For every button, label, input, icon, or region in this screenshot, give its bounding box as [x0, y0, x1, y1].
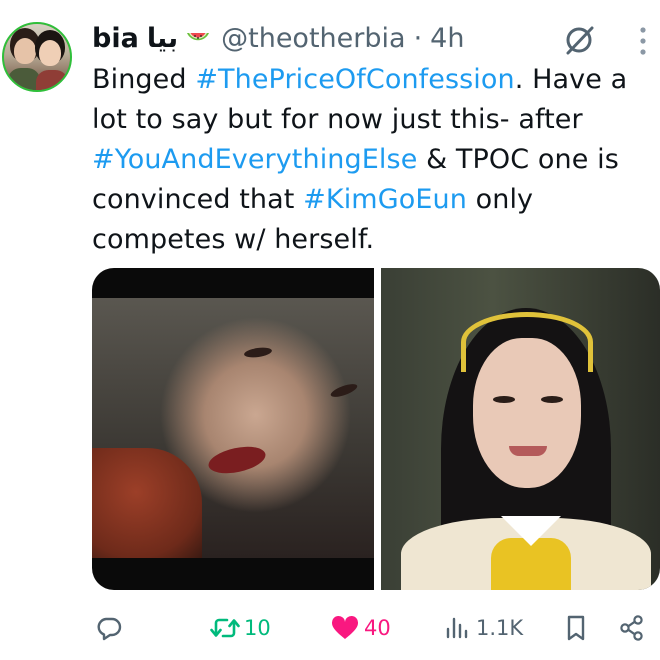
views-count: 1.1K — [476, 616, 524, 640]
photo-2-eye — [541, 396, 563, 403]
tweet-text-segment: Binged — [92, 64, 196, 95]
action-bar: 10 40 1.1K — [0, 604, 660, 652]
tweet-text-line: #YouAndEverythingElse & TPOC one is — [92, 140, 652, 180]
tweet-text-line: Binged #ThePriceOfConfession. Have a — [92, 60, 652, 100]
photo-2-smile — [509, 446, 547, 456]
separator-dot: · — [413, 22, 423, 54]
photo-1-shirt — [92, 448, 202, 558]
photo-2-eye — [493, 396, 515, 403]
avatar-figure-right-face — [39, 40, 61, 66]
share-button[interactable] — [618, 604, 646, 652]
media-grid — [92, 268, 660, 590]
tweet-text-segment: only — [466, 184, 534, 215]
bookmark-button[interactable] — [564, 604, 588, 652]
like-button[interactable]: 40 — [330, 604, 391, 652]
tweet-text-line: competes w/ herself. — [92, 220, 652, 260]
bookmark-icon — [564, 614, 588, 642]
heart-icon — [330, 615, 360, 641]
share-icon — [618, 614, 646, 642]
reply-icon — [96, 615, 122, 641]
watermelon-icon — [185, 27, 211, 49]
tweet-text-segment: competes w/ herself. — [92, 224, 375, 255]
avatar-figure-right-body — [36, 70, 68, 90]
hashtag-link[interactable]: #YouAndEverythingElse — [92, 144, 417, 175]
hashtag-link[interactable]: #ThePriceOfConfession — [195, 64, 514, 95]
photo-2-headband — [461, 312, 593, 372]
analytics-icon — [444, 615, 472, 641]
tweet-text: Binged #ThePriceOfConfession. Have a lot … — [92, 60, 652, 260]
like-count: 40 — [364, 616, 391, 640]
display-name[interactable]: bia — [92, 23, 139, 54]
tweet-text-line: convinced that #KimGoEun only — [92, 180, 652, 220]
user-handle[interactable]: @theotherbia — [221, 23, 405, 54]
media-image-1[interactable] — [92, 268, 374, 590]
views-button[interactable]: 1.1K — [444, 604, 523, 652]
retweet-icon — [210, 615, 240, 641]
hashtag-link[interactable]: #KimGoEun — [303, 184, 467, 215]
tweet-text-segment: convinced that — [92, 184, 304, 215]
avatar-figure-left-face — [14, 38, 36, 64]
retweet-count: 10 — [244, 616, 271, 640]
tweet-text-segment: & TPOC one is — [417, 144, 619, 175]
more-options-icon[interactable] — [636, 24, 650, 58]
tweet-time[interactable]: 4h — [430, 23, 464, 54]
tweet-text-line: lot to say but for now just this- after — [92, 100, 652, 140]
tweet-header: bia بيا @theotherbia · 4h — [92, 18, 464, 58]
tweet-text-segment: . Have a — [514, 64, 628, 95]
reply-button[interactable] — [96, 604, 126, 652]
media-image-2[interactable] — [381, 268, 660, 590]
grok-icon[interactable] — [562, 22, 598, 58]
avatar[interactable] — [2, 22, 72, 92]
tweet-text-segment: lot to say but for now just this- after — [92, 104, 583, 135]
retweet-button[interactable]: 10 — [210, 604, 271, 652]
display-name-arabic[interactable]: بيا — [147, 23, 178, 54]
